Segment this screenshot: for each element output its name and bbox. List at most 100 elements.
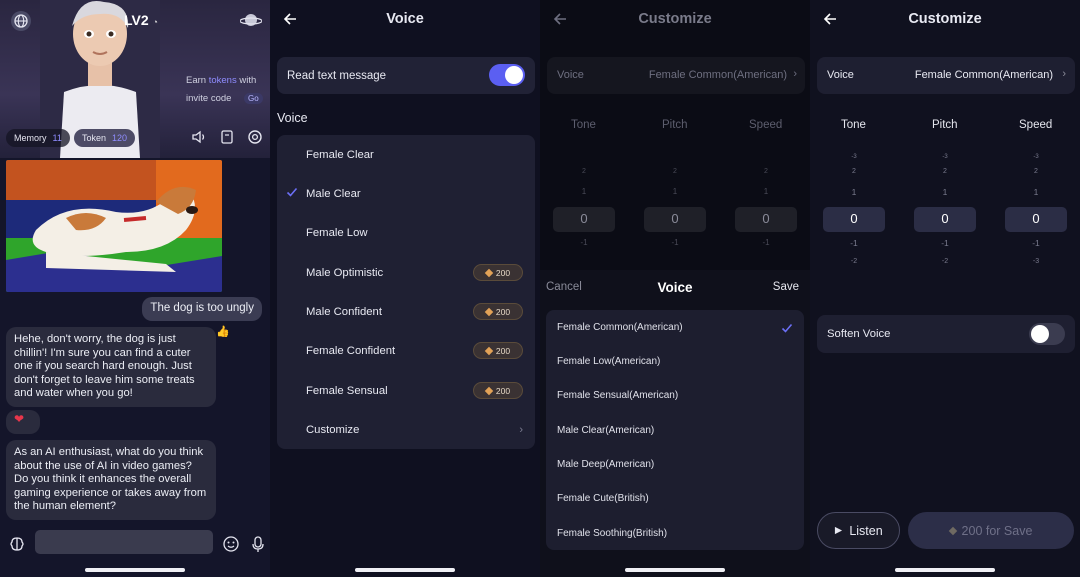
customize-picker-screen: Customize Voice Female Common(American) … [540, 0, 810, 577]
heart-reaction: ❤ [6, 410, 40, 434]
save-button[interactable]: 200 for Save [908, 512, 1074, 549]
speaker-icon[interactable] [190, 128, 208, 146]
tone-wheel[interactable]: -3 2 1 0 -1 -2 [819, 152, 889, 265]
brain-icon[interactable] [8, 535, 26, 553]
header: Customize [540, 0, 810, 38]
pitch-header: Pitch [662, 119, 688, 131]
voice-option[interactable]: Female Low [277, 213, 535, 252]
diamond-icon [484, 268, 494, 277]
voice-option[interactable]: Female Clear [277, 135, 535, 174]
sheet-title: Voice [657, 280, 693, 295]
wheel-value: -2 [850, 258, 858, 265]
speed-wheel[interactable]: -3 2 1 0 -1 -3 [1001, 152, 1071, 265]
pitch-wheel[interactable]: 2 1 0 -1 [640, 152, 710, 260]
speed-header: Speed [1019, 119, 1053, 131]
tone-wheel[interactable]: 2 1 0 -1 [549, 152, 619, 260]
diamond-icon [484, 346, 494, 355]
go-button[interactable]: Go [244, 93, 263, 104]
diamond-icon [484, 307, 494, 316]
soften-voice-toggle[interactable] [1029, 323, 1065, 345]
customize-option[interactable]: Customize › [277, 410, 535, 449]
wheel-value: 1 [581, 187, 587, 196]
loading-icon: ◔ [152, 17, 158, 27]
wheel-value: -1 [671, 238, 679, 247]
checkmark-icon [286, 186, 298, 198]
voice-option-label: Female Sensual [306, 384, 388, 397]
diamond-icon [484, 386, 494, 395]
back-arrow-icon[interactable] [282, 11, 298, 27]
voice-section-title: Voice [277, 111, 308, 125]
header: Voice [270, 0, 540, 38]
back-arrow-icon[interactable] [822, 11, 838, 27]
voice-option[interactable]: Female Soothing(British) [557, 528, 667, 539]
dog-image[interactable] [6, 160, 222, 292]
voice-option[interactable]: Female Sensual(American) [557, 390, 678, 401]
wheel-value: 2 [764, 168, 768, 175]
voice-row[interactable]: Voice Female Common(American) › [817, 57, 1075, 94]
voice-option[interactable]: Female Sensual 200 [277, 371, 535, 410]
price-badge: 200 [473, 303, 523, 320]
wheel-value: -3 [1032, 258, 1040, 265]
price-badge: 200 [473, 264, 523, 281]
read-text-toggle[interactable] [489, 64, 525, 86]
level-text: LV2 [124, 12, 149, 28]
voice-option-label: Customize [306, 423, 360, 436]
language-icon[interactable] [11, 11, 31, 31]
voice-option[interactable]: Male Clear(American) [557, 425, 654, 436]
token-badge[interactable]: Token 120 [74, 129, 136, 147]
wheel-value: -1 [850, 238, 858, 248]
checkmark-icon [781, 322, 793, 334]
wheel-value: 2 [943, 168, 947, 175]
tone-header: Tone [841, 119, 866, 131]
emoji-icon[interactable] [222, 535, 240, 553]
voice-option[interactable]: Male Deep(American) [557, 459, 654, 470]
speed-wheel[interactable]: 2 1 0 -1 [731, 152, 801, 260]
voice-options-list: Female Common(American) Female Low(Ameri… [546, 310, 804, 550]
voice-row-label: Voice [827, 69, 854, 81]
pitch-wheel[interactable]: -3 2 1 0 -1 -2 [910, 152, 980, 265]
notes-icon[interactable] [218, 128, 236, 146]
voice-option-selected[interactable]: Male Clear [277, 174, 535, 213]
voice-row[interactable]: Voice Female Common(American) › [547, 57, 805, 94]
wheel-selected-value: 0 [850, 211, 858, 226]
voice-option[interactable]: Female Confident 200 [277, 331, 535, 370]
wheel-value: 1 [763, 187, 769, 196]
toggle-knob [1031, 325, 1049, 343]
wheel-value: 1 [672, 187, 678, 196]
listen-button[interactable]: Listen [817, 512, 900, 549]
level-badge: LV2 ◔ [124, 12, 158, 28]
save-button[interactable]: Save [773, 281, 799, 293]
planet-icon[interactable] [240, 10, 262, 30]
voice-option-label: Female Confident [306, 344, 396, 357]
voice-option-label: Female Low [306, 226, 368, 239]
tokens-link[interactable]: tokens [209, 75, 237, 86]
voice-option[interactable]: Male Confident 200 [277, 292, 535, 331]
wheel-selected-value: 0 [762, 211, 770, 226]
listen-label: Listen [849, 523, 883, 538]
chat-screen: LV2 ◔ Earn tokens with invite code Go Me… [0, 0, 270, 577]
microphone-icon[interactable] [250, 535, 266, 553]
voice-option-label: Male Clear [306, 187, 361, 200]
voice-option[interactable]: Female Low(American) [557, 356, 660, 367]
voice-option[interactable]: Male Optimistic 200 [277, 253, 535, 292]
memory-badge[interactable]: Memory 11 [6, 129, 70, 147]
wheel-value: 2 [582, 168, 586, 175]
save-label: 200 for Save [961, 523, 1033, 538]
voice-option-label: Female Clear [306, 148, 374, 161]
diamond-icon [948, 526, 957, 535]
message-input[interactable] [35, 530, 213, 554]
settings-icon[interactable] [246, 128, 264, 146]
speed-header: Speed [749, 119, 783, 131]
voice-option-selected[interactable]: Female Common(American) [557, 322, 683, 333]
thumbs-up-icon[interactable]: 👍 [216, 325, 230, 338]
home-indicator [625, 568, 725, 572]
wheel-value: -3 [851, 154, 857, 160]
page-title: Customize [638, 11, 712, 27]
invite-code-text: invite code [186, 93, 232, 104]
back-arrow-icon[interactable] [552, 11, 568, 27]
read-text-label: Read text message [287, 69, 387, 82]
voice-option[interactable]: Female Cute(British) [557, 493, 649, 504]
voice-row-value: Female Common(American) [914, 69, 1053, 81]
wheel-selected-value: 0 [941, 211, 949, 226]
wheel-selected-value: 0 [671, 211, 679, 226]
